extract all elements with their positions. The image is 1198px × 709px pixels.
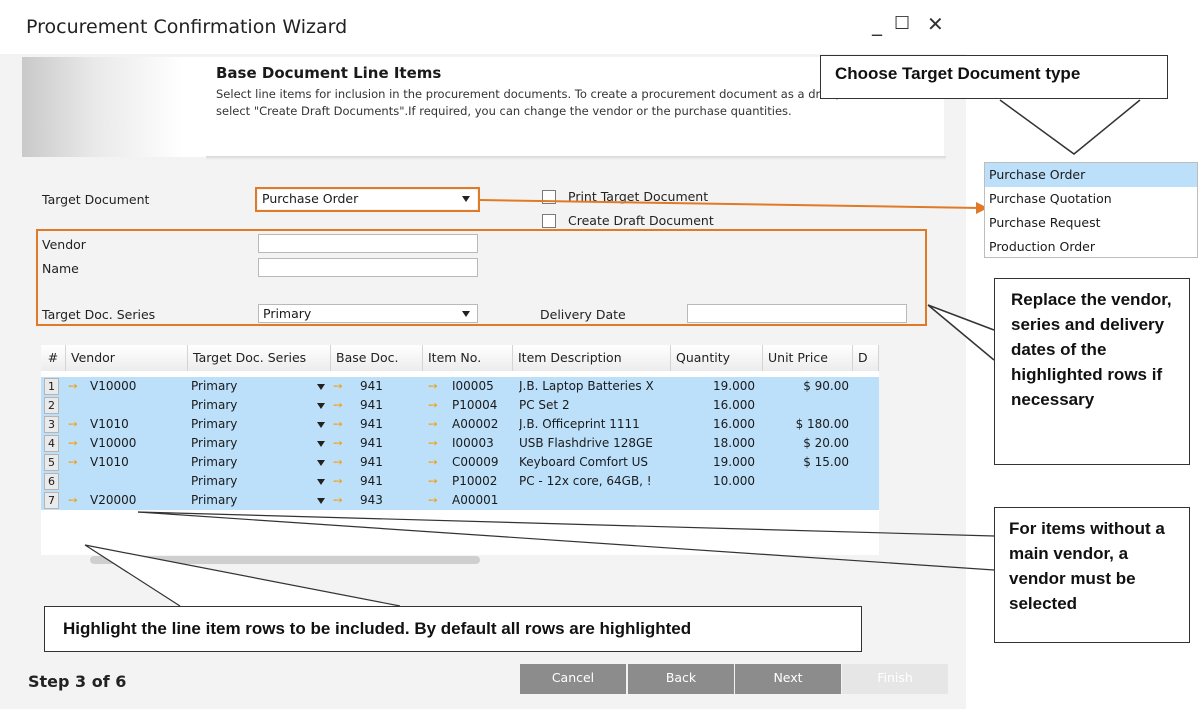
vendor-callout-line-a — [137, 511, 995, 537]
option-purchase-request[interactable]: Purchase Request — [985, 211, 1197, 235]
callout-vendor-required: For items without a main vendor, a vendo… — [994, 507, 1190, 643]
highlight-callout-pointer — [84, 544, 401, 607]
target-document-options: Purchase Order Purchase Quotation Purcha… — [984, 162, 1198, 258]
replace-callout-pointer — [927, 304, 995, 361]
callout-target-type: Choose Target Document type — [820, 55, 1168, 99]
option-purchase-quotation[interactable]: Purchase Quotation — [985, 187, 1197, 211]
vendor-callout-line-b — [137, 511, 995, 571]
target-document-connector — [479, 199, 981, 209]
callout-highlight-rows: Highlight the line item rows to be inclu… — [44, 606, 862, 652]
callout-replace: Replace the vendor, series and delivery … — [994, 278, 1190, 465]
option-purchase-order[interactable]: Purchase Order — [985, 163, 1197, 187]
type-callout-pointer — [999, 99, 1141, 155]
option-production-order[interactable]: Production Order — [985, 235, 1197, 259]
